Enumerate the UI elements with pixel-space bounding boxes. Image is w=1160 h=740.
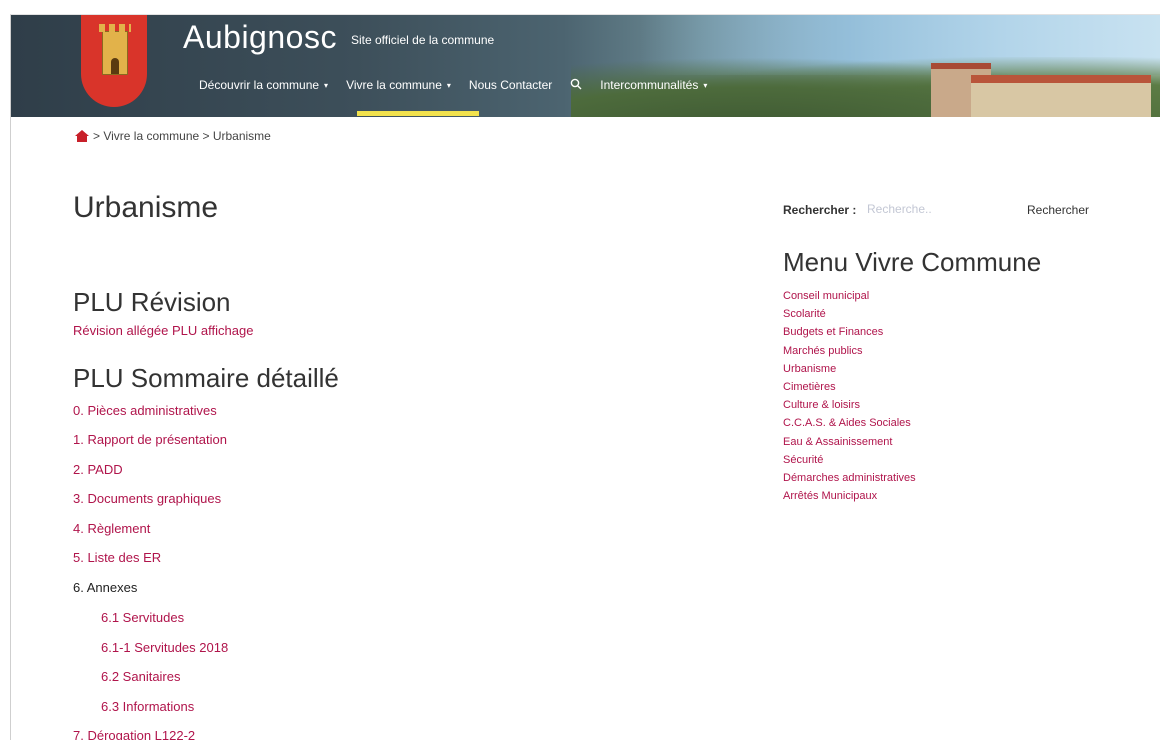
active-nav-indicator <box>357 111 479 116</box>
nav-contact[interactable]: Nous Contacter <box>469 78 552 92</box>
main-nav: Découvrir la commune ▾ Vivre la commune … <box>199 75 725 95</box>
link-revision-allegee[interactable]: Révision allégée PLU affichage <box>73 323 253 338</box>
breadcrumb: > Vivre la commune > Urbanisme <box>75 129 271 143</box>
sidebar-menu: Conseil municipal Scolarité Budgets et F… <box>783 287 916 505</box>
list-item-pieces-admin[interactable]: 0. Pièces administratives <box>73 403 217 418</box>
nav-label: Intercommunalités <box>600 78 699 92</box>
sidebar-item-arretes[interactable]: Arrêtés Municipaux <box>783 487 916 505</box>
sidebar-item-conseil[interactable]: Conseil municipal <box>783 287 916 305</box>
sidebar-item-eau[interactable]: Eau & Assainissement <box>783 433 916 451</box>
header-banner: Aubignosc Site officiel de la commune Dé… <box>11 15 1160 117</box>
sidebar-item-ccas[interactable]: C.C.A.S. & Aides Sociales <box>783 414 916 432</box>
section-title-plu-sommaire: PLU Sommaire détaillé <box>73 363 339 393</box>
list-item-servitudes-2018[interactable]: 6.1-1 Servitudes 2018 <box>101 640 228 655</box>
list-item-padd[interactable]: 2. PADD <box>73 462 123 477</box>
list-item-annexes: 6. Annexes <box>73 580 138 595</box>
list-item-servitudes[interactable]: 6.1 Servitudes <box>101 610 184 625</box>
search-label: Rechercher : <box>783 203 857 217</box>
nav-label: Découvrir la commune <box>199 78 320 92</box>
sidebar-item-demarches[interactable]: Démarches administratives <box>783 469 916 487</box>
nav-label: Vivre la commune <box>346 78 442 92</box>
search-button[interactable]: Rechercher <box>1027 203 1089 217</box>
sidebar-item-securite[interactable]: Sécurité <box>783 451 916 469</box>
breadcrumb-path[interactable]: > Vivre la commune > Urbanisme <box>93 129 271 143</box>
search-icon[interactable] <box>570 78 582 93</box>
list-item-informations[interactable]: 6.3 Informations <box>101 699 194 714</box>
list-item-rapport[interactable]: 1. Rapport de présentation <box>73 432 227 447</box>
sidebar-item-urbanisme[interactable]: Urbanisme <box>783 360 916 378</box>
home-icon[interactable] <box>75 130 89 142</box>
nav-intercommunalites[interactable]: Intercommunalités ▾ <box>600 78 707 92</box>
search-input[interactable] <box>867 199 1017 219</box>
sidebar-menu-title: Menu Vivre Commune <box>783 247 1042 277</box>
banner-house <box>971 75 1151 117</box>
sidebar-item-budgets[interactable]: Budgets et Finances <box>783 323 916 341</box>
sidebar-item-scolarite[interactable]: Scolarité <box>783 305 916 323</box>
site-title[interactable]: Aubignosc <box>183 19 337 56</box>
nav-vivre[interactable]: Vivre la commune ▾ <box>346 78 451 92</box>
town-crest-logo[interactable] <box>81 15 147 107</box>
site-tagline: Site officiel de la commune <box>351 33 495 47</box>
nav-label: Nous Contacter <box>468 78 553 92</box>
sidebar-item-marches[interactable]: Marchés publics <box>783 342 916 360</box>
list-item-reglement[interactable]: 4. Règlement <box>73 521 150 536</box>
tower-icon <box>99 24 131 75</box>
caret-down-icon: ▾ <box>446 80 451 90</box>
list-item-liste-er[interactable]: 5. Liste des ER <box>73 550 161 565</box>
list-item-derogation[interactable]: 7. Dérogation L122-2 <box>73 728 195 740</box>
caret-down-icon: ▾ <box>324 80 329 90</box>
section-title-plu-revision: PLU Révision <box>73 287 231 317</box>
page-title: Urbanisme <box>73 191 219 224</box>
nav-decouvrir[interactable]: Découvrir la commune ▾ <box>199 78 328 92</box>
sidebar-item-culture[interactable]: Culture & loisirs <box>783 396 916 414</box>
browser-page: Aubignosc Site officiel de la commune Dé… <box>10 14 1160 740</box>
caret-down-icon: ▾ <box>703 80 708 90</box>
list-item-sanitaires[interactable]: 6.2 Sanitaires <box>101 669 181 684</box>
sidebar-item-cimetieres[interactable]: Cimetières <box>783 378 916 396</box>
list-item-documents-graphiques[interactable]: 3. Documents graphiques <box>73 491 221 506</box>
